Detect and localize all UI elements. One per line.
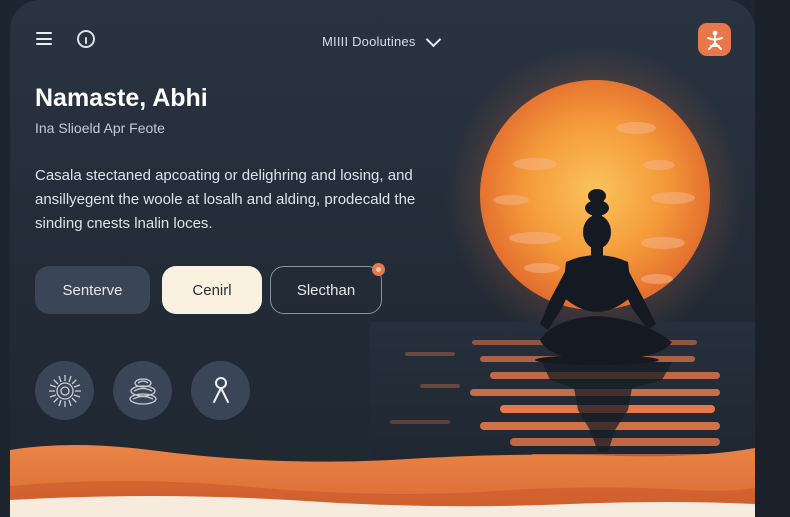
description-text: Casala stectaned apcoating or delighring…: [35, 167, 416, 232]
slecthan-button[interactable]: Slecthan: [270, 266, 382, 314]
cenirl-button[interactable]: Cenirl: [162, 266, 262, 314]
sun-mandala-icon: [48, 374, 81, 407]
ribbon-figure-button[interactable]: [191, 361, 250, 420]
app-window: MIIII Doolutines Namaste, Abhi Ina Slioe…: [10, 0, 755, 517]
profile-button[interactable]: [698, 23, 731, 56]
ribbon-figure-icon: [212, 376, 229, 403]
info-icon[interactable]: [77, 30, 95, 48]
lotus-stone-icon: [128, 377, 157, 405]
background-edge: [755, 0, 790, 517]
notification-badge: [372, 263, 385, 276]
dropdown-label: MIIII Doolutines: [322, 34, 416, 49]
meditation-figure-icon: [706, 30, 723, 50]
routines-dropdown[interactable]: MIIII Doolutines: [322, 31, 441, 49]
senterve-button[interactable]: Senterve: [35, 266, 150, 314]
meditation-sunset-illustration: [10, 46, 755, 517]
chevron-down-icon: [425, 31, 441, 47]
subtitle: Ina Slioeld Apr Feote: [35, 120, 165, 136]
greeting-title: Namaste, Abhi: [35, 84, 208, 112]
hamburger-menu-icon[interactable]: [36, 32, 52, 45]
sun-mandala-button[interactable]: [35, 361, 94, 420]
lotus-stone-button[interactable]: [113, 361, 172, 420]
